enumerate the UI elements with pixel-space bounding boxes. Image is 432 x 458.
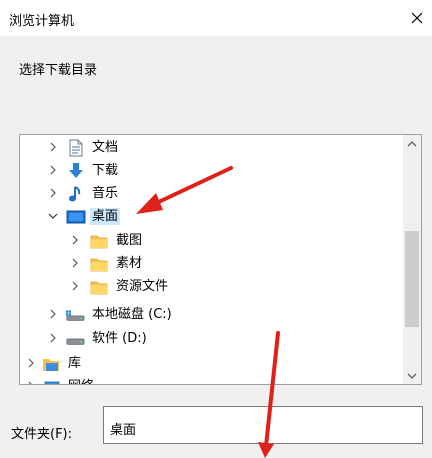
desktop-icon [66,207,86,226]
chevron-right-icon[interactable] [46,186,60,200]
tree-item-label: 桌面 [90,208,121,225]
window-title: 浏览计算机 [9,14,75,29]
tree-item-materials[interactable]: 素材 [20,252,404,275]
chevron-right-icon[interactable] [68,279,82,293]
tree-item-downloads[interactable]: 下载 [20,159,404,182]
tree-item-label: 素材 [116,256,143,271]
chevron-right-icon[interactable] [24,379,38,384]
tree-item-desktop[interactable]: 桌面 [20,205,404,228]
scroll-up-button[interactable] [403,135,421,152]
chevron-right-icon[interactable] [24,356,38,370]
folder-icon [89,231,109,250]
chevron-right-icon[interactable] [68,233,82,247]
library-icon [42,354,62,373]
folder-icon [89,277,109,296]
tree-item-documents[interactable]: 文档 [20,136,404,159]
chevron-up-icon [407,140,417,146]
tree-item-label: 网络 [68,378,94,384]
folder-field-label: 文件夹(F): [11,427,73,442]
folder-tree[interactable]: 文档 下载 音乐 桌面 截图 素材 资源文件 本地磁盘 (C:) 软件 (D:)… [19,134,422,385]
drive-icon [65,329,85,348]
tree-item-music[interactable]: 音乐 [20,182,404,205]
tree-item-label: 下载 [92,163,119,178]
tree-item-drive-d[interactable]: 软件 (D:) [20,327,404,350]
tree-item-drive-c[interactable]: 本地磁盘 (C:) [20,303,404,326]
music-note-icon [66,184,86,203]
document-icon [66,138,86,157]
network-icon [42,377,62,384]
folder-icon [89,254,109,273]
title-bar: 浏览计算机 [0,0,432,36]
tree-item-label: 库 [68,356,82,371]
chevron-right-icon[interactable] [46,331,60,345]
tree-item-libraries[interactable]: 库 [20,352,404,375]
tree-item-screenshots[interactable]: 截图 [20,229,404,252]
close-button[interactable] [406,7,428,29]
tree-item-network[interactable]: 网络 [20,375,404,384]
tree-item-label: 资源文件 [116,279,169,294]
chevron-right-icon[interactable] [68,256,82,270]
tree-item-resource-files[interactable]: 资源文件 [20,275,404,298]
chevron-down-icon[interactable] [46,209,60,223]
tree-item-label: 本地磁盘 (C:) [92,307,172,322]
chevron-down-icon [407,373,417,379]
folder-input[interactable] [103,406,423,444]
download-arrow-icon [66,161,86,180]
scroll-thumb[interactable] [405,231,419,327]
chevron-right-icon[interactable] [46,307,60,321]
tree-item-label: 截图 [116,233,143,248]
tree-scrollbar[interactable] [403,135,421,384]
tree-item-label: 音乐 [92,186,119,201]
instruction-text: 选择下载目录 [19,63,98,78]
chevron-right-icon[interactable] [46,140,60,154]
windows-drive-icon [65,305,85,324]
close-icon [411,12,423,24]
tree-item-label: 软件 (D:) [92,331,147,346]
tree-item-label: 文档 [92,140,119,155]
chevron-right-icon[interactable] [46,163,60,177]
scroll-down-button[interactable] [403,367,421,384]
